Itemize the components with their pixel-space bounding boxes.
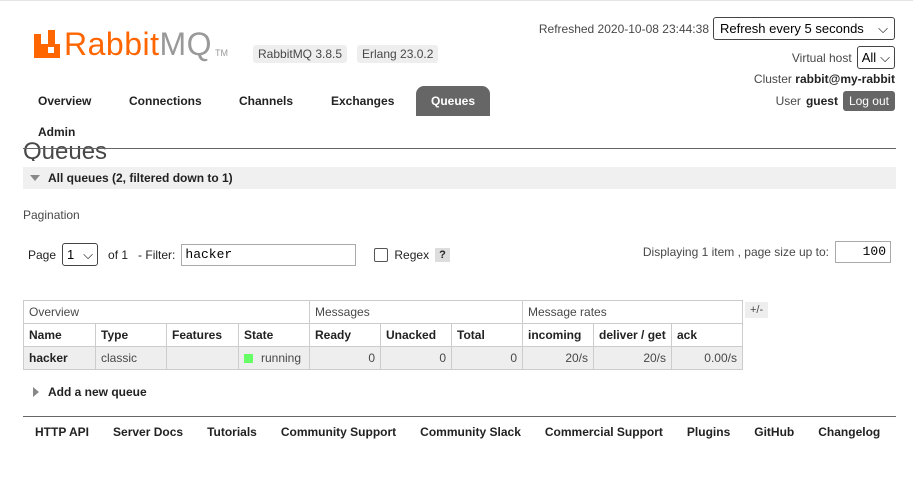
cluster-name: rabbit@my-rabbit	[795, 72, 895, 86]
display-info: Displaying 1 item , page size up to: 100	[643, 241, 891, 263]
regex-label: Regex	[394, 247, 430, 262]
cluster-info: Cluster rabbit@my-rabbit	[754, 72, 895, 86]
column-header-type[interactable]: Type	[95, 323, 167, 347]
queue-deliver-rate: 20/s	[593, 346, 672, 370]
rabbitmq-logo[interactable]: RabbitMQ TM	[34, 26, 228, 62]
page-count: of 1	[108, 247, 129, 262]
page-label: Page	[28, 247, 57, 262]
footer-divider	[23, 416, 896, 417]
chevron-down-icon: ⌵	[880, 49, 890, 65]
version-badge: RabbitMQ 3.8.5	[253, 45, 348, 63]
page-title: Queues	[23, 138, 108, 161]
section-title: All queues (2, filtered down to 1)	[48, 171, 233, 185]
column-header-total[interactable]: Total	[451, 323, 523, 347]
column-header-name[interactable]: Name	[23, 323, 96, 347]
queue-type: classic	[95, 346, 167, 370]
expand-triangle-icon	[33, 387, 39, 397]
column-toggle-button[interactable]: +/-	[745, 302, 769, 318]
queues-table: Overview Messages Message rates Name Typ…	[23, 300, 743, 370]
column-header-incoming[interactable]: incoming	[522, 323, 594, 347]
chevron-down-icon: ⌵	[83, 246, 94, 262]
main-nav: Overview Connections Channels Exchanges …	[23, 86, 896, 148]
page-select[interactable]: 1 ⌵	[62, 243, 99, 266]
top-border	[0, 0, 913, 1]
refreshed-timestamp: Refreshed 2020-10-08 23:44:38	[538, 21, 709, 36]
footer-link-plugins[interactable]: Plugins	[687, 425, 730, 439]
queue-name-link[interactable]: hacker	[23, 346, 96, 370]
tab-exchanges[interactable]: Exchanges	[316, 86, 409, 116]
queue-ack-rate: 0.00/s	[671, 346, 743, 370]
chevron-down-icon: ⌵	[878, 20, 888, 36]
collapse-triangle-icon	[30, 175, 40, 181]
vhost-select-value: All	[861, 50, 877, 65]
queue-features	[166, 346, 239, 370]
regex-checkbox[interactable]	[374, 247, 389, 262]
tab-queues[interactable]: Queues	[416, 86, 491, 116]
group-messages: Messages	[309, 300, 523, 324]
queue-total: 0	[451, 346, 523, 370]
vhost-row: Virtual host All ⌵	[792, 46, 895, 69]
tab-channels[interactable]: Channels	[224, 86, 308, 116]
tab-overview[interactable]: Overview	[23, 86, 106, 116]
footer-link-server-docs[interactable]: Server Docs	[113, 425, 183, 439]
pagination-controls: Page 1 ⌵ of 1 - Filter: hacker Regex ?	[28, 243, 450, 266]
column-header-unacked[interactable]: Unacked	[380, 323, 452, 347]
logo-text-rabbit: Rabbit	[64, 25, 160, 62]
page-size-input[interactable]: 100	[835, 241, 891, 263]
footer-link-community-support[interactable]: Community Support	[281, 425, 396, 439]
add-queue-label: Add a new queue	[48, 385, 147, 399]
pagination-heading: Pagination	[23, 208, 80, 222]
vhost-select[interactable]: All ⌵	[856, 46, 895, 69]
group-message-rates: Message rates	[522, 300, 743, 324]
table-row: hacker classic running 0 0 0 20/s 20/s 0…	[23, 346, 743, 370]
queue-state: running	[238, 346, 310, 370]
filter-label: - Filter:	[138, 247, 176, 262]
queue-state-text: running	[261, 351, 302, 365]
column-header-features[interactable]: Features	[166, 323, 239, 347]
footer-link-changelog[interactable]: Changelog	[818, 425, 880, 439]
column-header-deliver-get[interactable]: deliver / get	[593, 323, 672, 347]
nav-divider	[23, 148, 896, 149]
running-status-icon	[244, 354, 253, 364]
tab-connections[interactable]: Connections	[114, 86, 217, 116]
cluster-label: Cluster	[753, 72, 792, 86]
column-header-state[interactable]: State	[238, 323, 310, 347]
footer-link-http-api[interactable]: HTTP API	[35, 425, 89, 439]
footer-link-github[interactable]: GitHub	[754, 425, 794, 439]
refresh-select-value: Refresh every 5 seconds	[720, 21, 864, 36]
column-header-ack[interactable]: ack	[671, 323, 743, 347]
logo-trademark: TM	[215, 48, 229, 58]
vhost-label: Virtual host	[791, 50, 852, 65]
add-queue-toggle[interactable]: Add a new queue	[33, 385, 147, 399]
queue-ready: 0	[309, 346, 381, 370]
regex-help-button[interactable]: ?	[435, 247, 450, 262]
filter-input[interactable]: hacker	[181, 243, 357, 266]
displaying-text: Displaying 1 item , page size up to:	[642, 245, 829, 259]
group-overview: Overview	[23, 300, 310, 324]
footer-link-tutorials[interactable]: Tutorials	[207, 425, 257, 439]
footer-link-community-slack[interactable]: Community Slack	[420, 425, 521, 439]
logo-text-mq: MQ	[159, 25, 213, 62]
queue-unacked: 0	[380, 346, 452, 370]
rabbitmq-logo-icon	[34, 30, 60, 58]
footer-link-commercial-support[interactable]: Commercial Support	[545, 425, 663, 439]
footer-links: HTTP API Server Docs Tutorials Community…	[35, 425, 880, 439]
queue-incoming-rate: 20/s	[522, 346, 594, 370]
refresh-interval-select[interactable]: Refresh every 5 seconds ⌵	[713, 17, 895, 40]
refresh-row: Refreshed 2020-10-08 23:44:38 Refresh ev…	[539, 17, 895, 40]
erlang-badge: Erlang 23.0.2	[357, 45, 439, 63]
all-queues-section-toggle[interactable]: All queues (2, filtered down to 1)	[23, 167, 896, 189]
page-select-value: 1	[67, 247, 75, 262]
column-header-ready[interactable]: Ready	[309, 323, 381, 347]
